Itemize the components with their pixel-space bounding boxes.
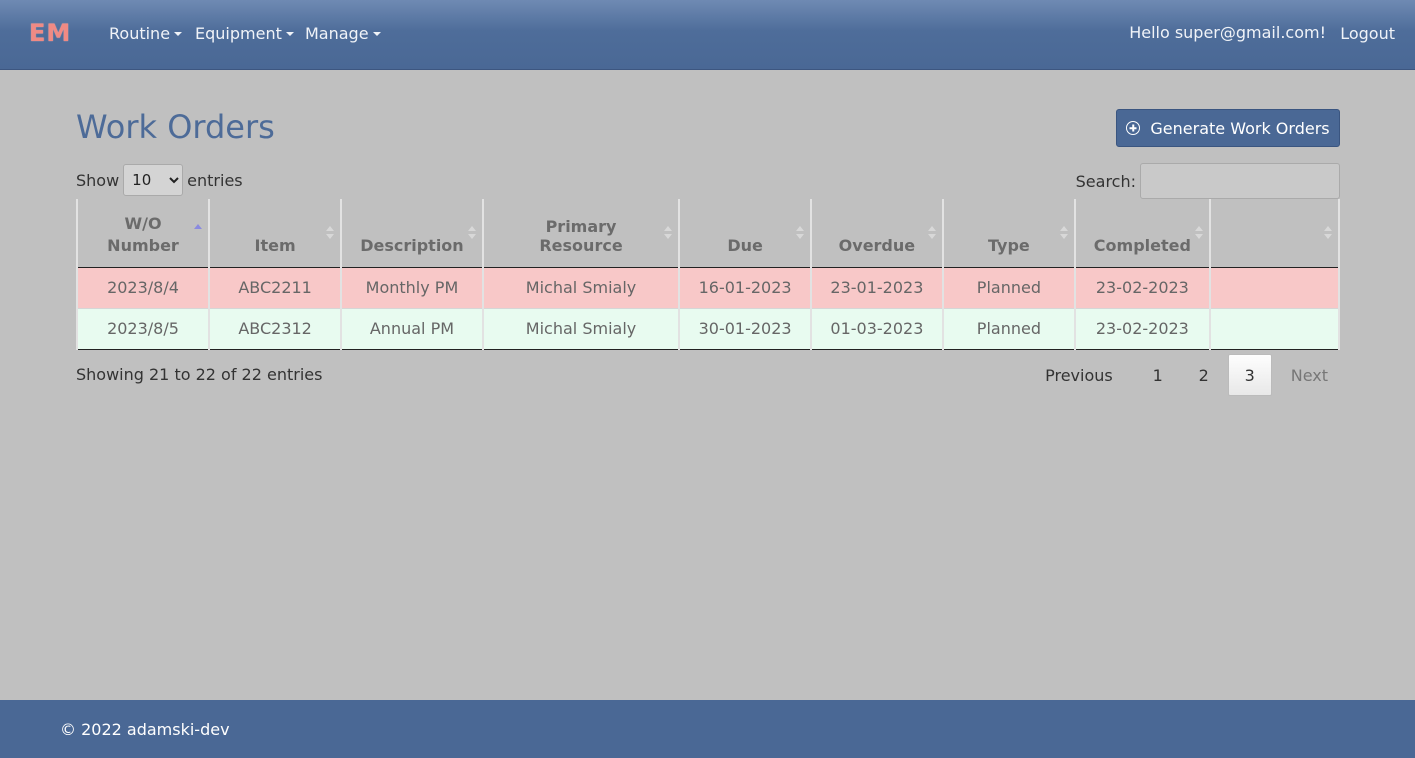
column-header-label-line1: W/O: [124, 213, 162, 233]
pagination-page-3[interactable]: 3: [1227, 354, 1272, 396]
column-header[interactable]: Item: [207, 199, 342, 268]
table-cell: Planned: [942, 267, 1075, 309]
caret-down-icon: [372, 32, 381, 36]
nav-routine-dropdown[interactable]: Routine: [109, 24, 183, 43]
column-header-label: Description: [360, 235, 464, 255]
footer: © 2022 adamski-dev: [0, 700, 1415, 758]
sort-ascending-icon: [194, 224, 202, 238]
pagination-previous[interactable]: Previous: [1033, 354, 1125, 396]
generate-button-label: Generate Work Orders: [1150, 118, 1330, 138]
column-header-label: [1229, 237, 1320, 255]
entries-label: entries: [187, 170, 243, 190]
table-cell: [1208, 308, 1341, 350]
search-label: Search:: [1075, 171, 1136, 191]
table-body: 2023/8/4 ABC2211 Monthly PM Michal Smialy 16…: [76, 267, 1341, 350]
sort-icon: [467, 226, 476, 240]
column-header-label: Type: [988, 235, 1030, 255]
table-cell: [1208, 267, 1341, 309]
sort-icon: [664, 226, 673, 240]
sort-icon: [795, 226, 804, 240]
show-label: Show: [76, 170, 120, 190]
nav-manage-label: Manage: [305, 24, 369, 43]
plus-circle-icon: [1126, 121, 1141, 135]
table-cell: 23-02-2023: [1073, 308, 1210, 350]
caret-down-icon: [174, 32, 183, 36]
work-orders-table: W/O Number Item Description Primary Resource…: [76, 199, 1341, 350]
table-cell: ABC2211: [207, 267, 342, 309]
table-cell: Michal Smialy: [481, 267, 680, 309]
column-header-label: Due: [727, 235, 763, 255]
table-row[interactable]: 2023/8/4 ABC2211 Monthly PM Michal Smialy 16…: [76, 267, 1341, 309]
sort-icon: [1194, 226, 1203, 240]
generate-work-orders-button[interactable]: Generate Work Orders: [1116, 109, 1340, 147]
nav-equipment-dropdown[interactable]: Equipment: [195, 24, 294, 43]
column-header[interactable]: [1208, 199, 1341, 268]
table-cell: 2023/8/5: [76, 308, 209, 350]
column-header-label: Completed: [1093, 235, 1191, 255]
column-header-label: Overdue: [838, 235, 916, 255]
navbar: EM Routine Equipment Manage Hello super@…: [0, 0, 1415, 70]
table-cell: ABC2312: [207, 308, 342, 350]
footer-copyright: © 2022 adamski-dev: [60, 720, 230, 739]
pagination-pages: 123: [1135, 354, 1273, 396]
user-greeting-link[interactable]: Hello super@gmail.com!: [1129, 23, 1326, 42]
page-length-select[interactable]: 102550100: [123, 164, 184, 196]
table-cell: Monthly PM: [340, 267, 483, 309]
nav-routine-label: Routine: [109, 24, 171, 43]
sort-icon: [1324, 226, 1332, 240]
table-cell: Annual PM: [340, 308, 483, 350]
column-header-label: Primary Resource: [539, 216, 623, 255]
table-row[interactable]: 2023/8/5 ABC2312 Annual PM Michal Smialy 30-…: [76, 308, 1341, 350]
pagination-page-1[interactable]: 1: [1136, 354, 1180, 396]
table-header-row: W/O Number Item Description Primary Resource…: [76, 199, 1341, 268]
column-header[interactable]: Description: [340, 199, 483, 268]
sort-icon: [326, 226, 335, 240]
column-header-label: Item: [254, 235, 296, 255]
pagination: Previous 123 Next: [1033, 354, 1340, 396]
brand-logo[interactable]: EM: [29, 19, 71, 47]
table-cell: 30-01-2023: [678, 308, 811, 350]
pagination-page-2[interactable]: 2: [1182, 354, 1226, 396]
table-info: Showing 21 to 22 of 22 entries: [76, 365, 323, 384]
sort-icon: [928, 226, 936, 240]
table-cell: Michal Smialy: [481, 308, 680, 350]
column-header[interactable]: Completed: [1073, 199, 1210, 268]
caret-down-icon: [285, 32, 294, 36]
table-cell: 01-03-2023: [809, 308, 943, 350]
column-header[interactable]: Type: [942, 199, 1075, 268]
search-control: Search:: [1076, 163, 1340, 199]
search-input[interactable]: [1140, 163, 1340, 199]
nav-equipment-label: Equipment: [195, 24, 282, 43]
column-header[interactable]: Primary Resource: [481, 199, 680, 268]
page-length-control: Show 102550100 entries: [76, 164, 243, 196]
table-cell: 23-02-2023: [1073, 267, 1210, 309]
column-header[interactable]: W/O Number: [76, 199, 209, 268]
pagination-next[interactable]: Next: [1279, 354, 1340, 396]
column-header[interactable]: Overdue: [809, 199, 943, 268]
column-header-label: Number: [107, 235, 179, 255]
table-cell: Planned: [942, 308, 1075, 350]
nav-manage-dropdown[interactable]: Manage: [305, 24, 381, 43]
logout-link[interactable]: Logout: [1340, 24, 1395, 43]
table-cell: 23-01-2023: [809, 267, 943, 309]
page-title: Work Orders: [76, 108, 275, 146]
sort-icon: [1059, 226, 1068, 240]
table-cell: 2023/8/4: [76, 267, 209, 309]
table-cell: 16-01-2023: [678, 267, 811, 309]
column-header[interactable]: Due: [678, 199, 811, 268]
